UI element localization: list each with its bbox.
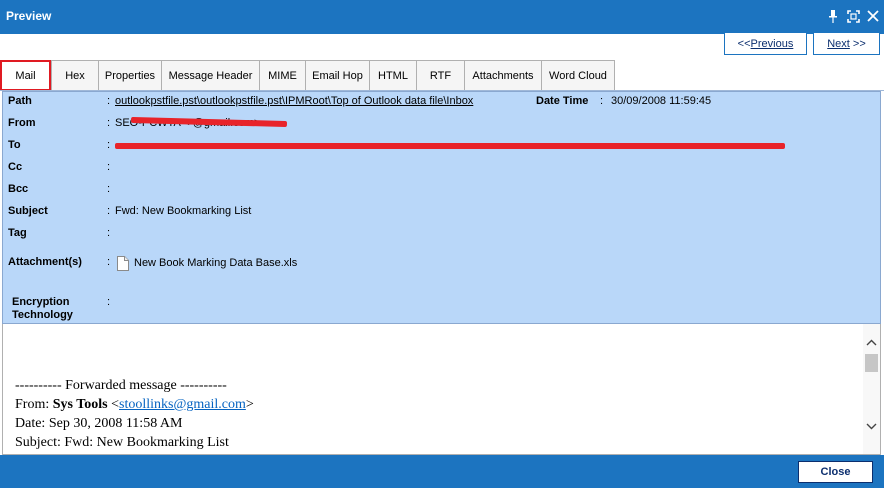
window-controls (826, 8, 880, 24)
tab-mail[interactable]: Mail (0, 60, 51, 91)
scroll-thumb[interactable] (865, 354, 878, 372)
tab-label: Email Hop (312, 70, 363, 82)
tab-rtf[interactable]: RTF (416, 60, 464, 91)
tab-label: RTF (429, 70, 452, 82)
tab-label: Message Header (168, 70, 253, 82)
title-bar: Preview (0, 0, 884, 34)
encryption-label-line1: Encryption (12, 296, 70, 308)
file-icon (117, 256, 129, 271)
previous-arrows: << (737, 37, 751, 50)
previous-button[interactable]: << Previous (724, 32, 807, 55)
tab-label: MIME (268, 70, 297, 82)
bcc-label: Bcc (8, 183, 29, 195)
next-arrows: >> (849, 37, 866, 50)
tab-label: Mail (15, 69, 36, 82)
tab-label: Word Cloud (549, 70, 607, 82)
message-header-panel: Path : outlookpstfile.pst\outlookpstfile… (2, 91, 881, 324)
restore-icon[interactable] (846, 8, 860, 24)
datetime-value: 30/09/2008 11:59:45 (611, 95, 712, 107)
scroll-up-icon[interactable] (863, 334, 880, 350)
scroll-down-icon[interactable] (863, 418, 880, 434)
path-label: Path (8, 95, 32, 107)
to-label: To (8, 139, 21, 151)
footer-bar: Close (0, 455, 884, 488)
preview-window: Preview << Previous Next >> Mail Hex Prop… (0, 0, 884, 488)
path-value[interactable]: outlookpstfile.pst\outlookpstfile.pst\IP… (115, 95, 473, 107)
tag-colon: : (107, 227, 111, 239)
encryption-colon: : (107, 296, 111, 308)
tab-mime[interactable]: MIME (259, 60, 305, 91)
pin-icon[interactable] (826, 8, 840, 24)
body-from-email-link[interactable]: stoollinks@gmail.com (119, 397, 246, 412)
message-body-content: ---------- Forwarded message ---------- … (15, 376, 254, 452)
tab-attachments[interactable]: Attachments (464, 60, 541, 91)
to-redaction (115, 143, 785, 149)
encryption-label-line2: Technology (12, 309, 73, 321)
body-from-line: From: Sys Tools <stoollinks@gmail.com> (15, 397, 254, 412)
from-colon: : (107, 117, 111, 129)
forwarded-line: ---------- Forwarded message ---------- (15, 378, 227, 393)
body-from-name: Sys Tools (52, 397, 108, 412)
body-subject-line: Subject: Fwd: New Bookmarking List (15, 435, 229, 450)
tab-label: Hex (65, 70, 85, 82)
previous-label: Previous (750, 37, 794, 50)
close-icon[interactable] (866, 8, 880, 24)
from-label: From (8, 117, 36, 129)
path-colon: : (107, 95, 111, 107)
tab-label: HTML (378, 70, 408, 82)
close-button[interactable]: Close (798, 461, 873, 483)
next-label: Next (827, 37, 850, 50)
tab-properties[interactable]: Properties (98, 60, 161, 91)
subject-label: Subject (8, 205, 48, 217)
vertical-scrollbar[interactable] (863, 324, 880, 454)
body-from-prefix: From: (15, 397, 53, 412)
bcc-colon: : (107, 183, 111, 195)
tag-label: Tag (8, 227, 27, 239)
tab-message-header[interactable]: Message Header (161, 60, 259, 91)
datetime-colon: : (600, 95, 604, 107)
tab-word-cloud[interactable]: Word Cloud (541, 60, 615, 91)
tab-hex[interactable]: Hex (51, 60, 98, 91)
tab-label: Attachments (472, 70, 534, 82)
window-title: Preview (6, 9, 52, 23)
cc-colon: : (107, 161, 111, 173)
attachments-label: Attachment(s) (8, 256, 82, 268)
body-date-line: Date: Sep 30, 2008 11:58 AM (15, 416, 183, 431)
subject-colon: : (107, 205, 111, 217)
datetime-label: Date Time (536, 95, 589, 107)
subject-value: Fwd: New Bookmarking List (115, 205, 252, 217)
attachment-file-link[interactable]: New Book Marking Data Base.xls (134, 257, 297, 269)
cc-label: Cc (8, 161, 23, 173)
next-button[interactable]: Next >> (813, 32, 880, 55)
to-colon: : (107, 139, 111, 151)
attachments-colon: : (107, 256, 111, 268)
message-body[interactable]: ---------- Forwarded message ---------- … (2, 324, 881, 455)
tab-bar: Mail Hex Properties Message Header MIME … (0, 60, 615, 91)
tab-html[interactable]: HTML (369, 60, 416, 91)
tab-label: Properties (104, 70, 156, 82)
tab-email-hop[interactable]: Email Hop (305, 60, 369, 91)
